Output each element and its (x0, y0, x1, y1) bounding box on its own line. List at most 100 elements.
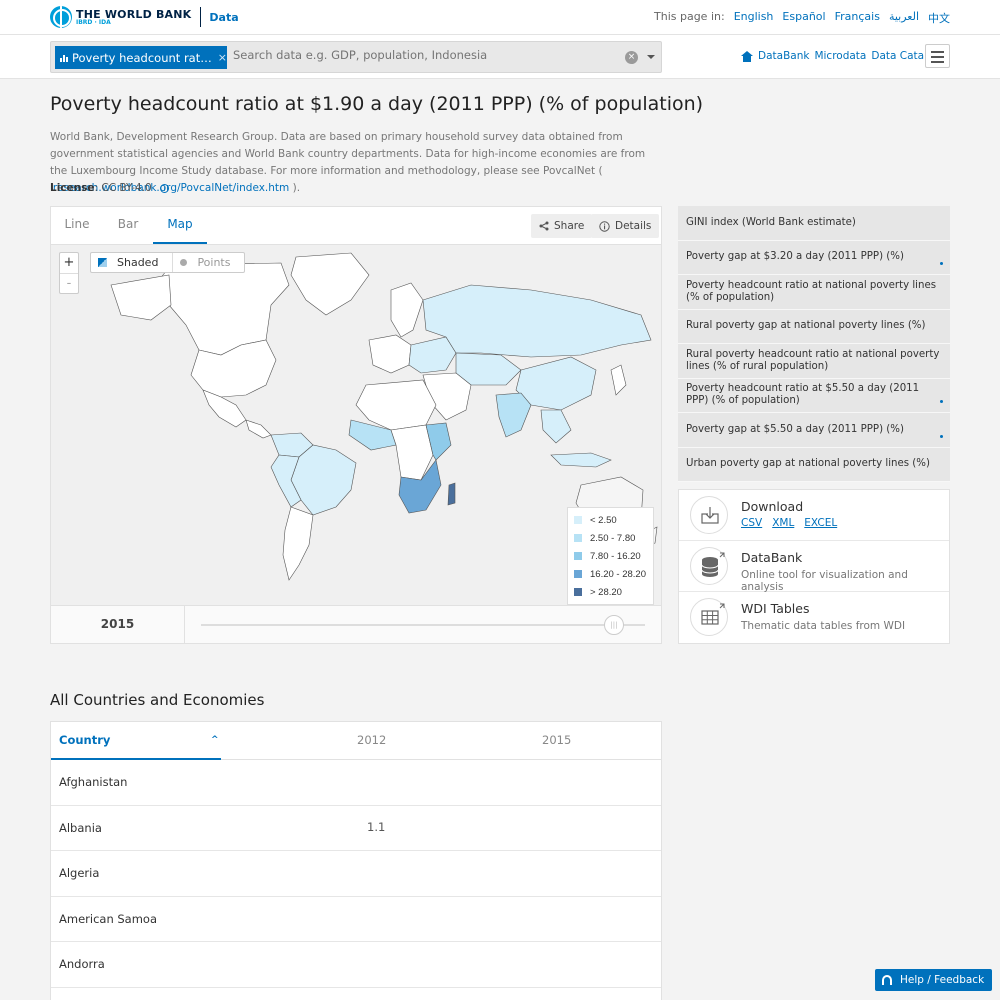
points-mode-button[interactable]: Points (173, 253, 244, 272)
related-indicator-item[interactable]: GINI index (World Bank estimate) (678, 206, 950, 241)
home-icon[interactable] (741, 50, 753, 62)
selected-indicator-chip[interactable]: Poverty headcount ratio at $1.90 a day (… (55, 46, 227, 69)
chevron-down-icon[interactable] (647, 55, 655, 59)
databank-link[interactable]: DataBank (758, 50, 809, 62)
year-2015-header[interactable]: 2015 (542, 733, 571, 747)
data-home-link[interactable]: Data (209, 11, 238, 24)
bar-chart-icon (60, 54, 68, 62)
chip-label: Poverty headcount ratio at $1.90 a day (… (72, 50, 214, 65)
year-2012-header[interactable]: 2012 (357, 733, 386, 747)
help-feedback-button[interactable]: Help / Feedback (875, 969, 992, 991)
wdi-title: WDI Tables (741, 601, 810, 616)
tab-bar[interactable]: Bar (103, 207, 153, 244)
points-label: Points (197, 256, 231, 269)
tab-map[interactable]: Map (153, 207, 207, 244)
sort-ascending-icon[interactable]: ^ (211, 735, 219, 745)
map-eastern-europe (408, 336, 457, 374)
lang-chinese[interactable]: 中文 (928, 10, 950, 26)
license-line: License: CC BY-4.0 i (50, 182, 169, 194)
lang-french[interactable]: Français (835, 10, 880, 26)
table-row[interactable]: Andorra (51, 942, 661, 988)
related-indicator-item[interactable]: Rural poverty gap at national poverty li… (678, 310, 950, 344)
language-bar: This page in: English Español Français ا… (654, 10, 950, 26)
source-text: World Bank, Development Research Group. … (50, 131, 646, 177)
tab-line[interactable]: Line (51, 207, 103, 244)
search-input[interactable] (233, 48, 613, 62)
countries-table: Country ^ 2012 2015 Afghanistan Albania 1.… (50, 721, 662, 1000)
table-row[interactable] (51, 988, 661, 1000)
databank-resource[interactable]: DataBank Online tool for visualization a… (679, 541, 949, 593)
map-russia (422, 284, 652, 358)
map-scandinavia (390, 282, 424, 338)
related-indicator-item[interactable]: Poverty gap at $3.20 a day (2011 PPP) (%… (678, 241, 950, 275)
country-name[interactable]: Afghanistan (59, 775, 127, 789)
country-name[interactable]: American Samoa (59, 912, 157, 926)
lang-arabic[interactable]: العربية (889, 10, 919, 26)
related-indicator-label: Rural poverty headcount ratio at nationa… (686, 348, 940, 372)
country-column-header[interactable]: Country ^ (51, 722, 221, 760)
shaded-mode-button[interactable]: Shaded (91, 253, 174, 272)
indicator-marker-dot (940, 434, 943, 438)
countries-section-title: All Countries and Economies (50, 691, 265, 709)
year-slider-track[interactable] (201, 624, 645, 626)
info-icon[interactable]: i (160, 184, 169, 193)
search-box[interactable]: Poverty headcount ratio at $1.90 a day (… (50, 41, 662, 73)
download-excel-link[interactable]: EXCEL (804, 517, 837, 529)
year-slider-thumb[interactable]: ||| (603, 615, 624, 635)
table-row[interactable]: Afghanistan (51, 760, 661, 806)
download-csv-link[interactable]: CSV (741, 517, 762, 529)
chart-tabs: Line Bar Map Share Details (51, 207, 661, 245)
table-row[interactable]: Albania 1.1 (51, 806, 661, 851)
legend-swatch (574, 588, 582, 596)
map-alaska (110, 274, 172, 321)
table-row[interactable]: Algeria (51, 851, 661, 897)
lang-spanish[interactable]: Español (782, 10, 825, 26)
legend-label: 16.20 - 28.20 (590, 568, 646, 580)
world-map[interactable]: + - Shaded Points < 2.50 2.50 - 7.80 7.80 … (51, 245, 661, 605)
page-title: Poverty headcount ratio at $1.90 a day (… (50, 93, 704, 115)
legend-item: 2.50 - 7.80 (574, 529, 647, 547)
logo-divider (200, 7, 202, 27)
map-japan (610, 364, 627, 396)
world-bank-logo[interactable]: THE WORLD BANK IBRD · IDA Data (50, 6, 239, 28)
download-icon (690, 496, 728, 534)
lang-english[interactable]: English (734, 10, 774, 26)
microdata-link[interactable]: Microdata (814, 50, 866, 62)
country-name[interactable]: Algeria (59, 866, 99, 880)
zoom-in-button[interactable]: + (60, 253, 78, 273)
country-name[interactable]: Albania (59, 821, 102, 835)
map-brazil (290, 444, 357, 516)
related-indicator-item[interactable]: Rural poverty headcount ratio at nationa… (678, 344, 950, 379)
legend-label: > 28.20 (590, 586, 622, 598)
license-label: License (50, 182, 95, 194)
table-header: Country ^ 2012 2015 (51, 722, 661, 760)
map-southeast-asia (540, 409, 572, 444)
download-xml-link[interactable]: XML (772, 517, 794, 529)
related-indicator-label: Poverty headcount ratio at $5.50 a day (… (686, 383, 920, 407)
details-button[interactable]: Details (591, 214, 660, 238)
related-indicator-item[interactable]: Poverty headcount ratio at national pove… (678, 275, 950, 310)
shaded-label: Shaded (117, 256, 159, 269)
details-label: Details (615, 220, 652, 232)
indicator-marker-dot (940, 400, 943, 403)
related-indicator-item[interactable]: Poverty headcount ratio at $5.50 a day (… (678, 379, 950, 413)
map-indonesia (550, 452, 612, 468)
clear-search-icon[interactable]: × (625, 51, 638, 64)
table-row[interactable]: American Samoa (51, 897, 661, 942)
country-name[interactable]: Andorra (59, 957, 105, 971)
table-icon (690, 598, 728, 636)
wdi-tables-resource[interactable]: WDI Tables Thematic data tables from WDI (679, 592, 949, 643)
share-label: Share (554, 220, 585, 232)
chip-remove-icon[interactable]: × (218, 51, 227, 64)
points-icon (180, 259, 188, 266)
legend-item: 7.80 - 16.20 (574, 547, 647, 565)
zoom-out-button[interactable]: - (60, 273, 78, 293)
legend-swatch (574, 516, 582, 524)
download-resource: Download CSV XML EXCEL (679, 490, 949, 541)
share-button[interactable]: Share (531, 214, 593, 238)
related-indicator-item[interactable]: Urban poverty gap at national poverty li… (678, 448, 950, 482)
related-indicator-label: Rural poverty gap at national poverty li… (686, 320, 926, 332)
related-indicator-item[interactable]: Poverty gap at $5.50 a day (2011 PPP) (%… (678, 413, 950, 448)
indicator-marker-dot (940, 262, 943, 265)
hamburger-menu-button[interactable] (925, 44, 950, 68)
